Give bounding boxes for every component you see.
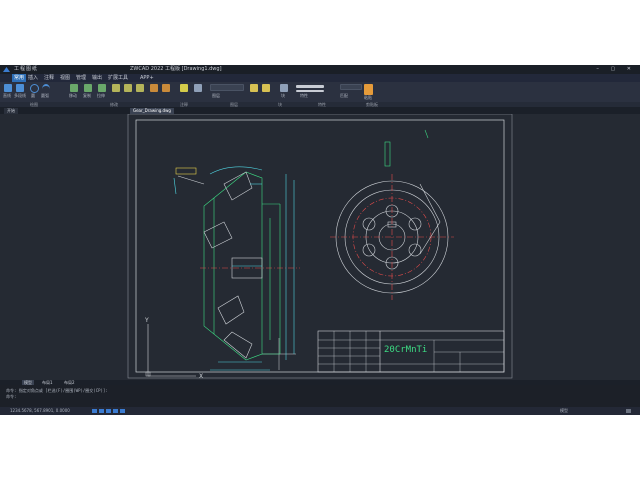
stretch-tool-icon[interactable] bbox=[98, 84, 106, 92]
tab-home[interactable]: 常用 bbox=[12, 74, 27, 82]
properties-label: 特性 bbox=[300, 93, 308, 98]
move-tool-icon[interactable] bbox=[70, 84, 78, 92]
gear-section-view bbox=[173, 166, 300, 371]
ribbon-panel: 直线 多段线 圆 圆弧 移动 复制 拉伸 图层 块 特性 匹配 粘贴 bbox=[0, 82, 640, 103]
linetype-dropdown[interactable] bbox=[296, 90, 324, 92]
circle-tool-label: 圆 bbox=[31, 93, 35, 98]
stretch-tool-label: 拉伸 bbox=[97, 93, 105, 98]
layer-dropdown[interactable] bbox=[210, 84, 244, 91]
paste-icon[interactable] bbox=[364, 84, 373, 95]
material-text: 20CrMnTi bbox=[384, 345, 427, 355]
ucs-y-label: Y bbox=[144, 317, 149, 324]
command-prompt[interactable]: 命令: bbox=[6, 394, 16, 400]
block-insert-icon[interactable] bbox=[280, 84, 288, 92]
app-logo-icon[interactable] bbox=[2, 66, 11, 73]
document-tab-bar: 开始 Gear_Drawing.dwg bbox=[0, 107, 640, 114]
fillet-tool-icon[interactable] bbox=[162, 84, 170, 92]
tab-extensions[interactable]: 扩展工具 bbox=[108, 74, 128, 82]
tab-view[interactable]: 视图 bbox=[60, 74, 70, 82]
tab-insert[interactable]: 插入 bbox=[28, 74, 38, 82]
mirror-tool-icon[interactable] bbox=[150, 84, 158, 92]
title-bar: 工程图纸 ZWCAD 2022 工程版 [Drawing1.dwg] – ▢ ✕ bbox=[0, 65, 640, 74]
quick-access-toolbar[interactable]: 工程图纸 bbox=[14, 65, 38, 74]
rotate-tool-icon[interactable] bbox=[112, 84, 120, 92]
circle-tool-icon[interactable] bbox=[30, 84, 39, 93]
dimension-tool-icon[interactable] bbox=[180, 84, 188, 92]
ortho-toggle-icon[interactable] bbox=[106, 409, 111, 413]
drawing-viewport[interactable]: 20CrMnTi Y X bbox=[0, 113, 640, 380]
ucs-x-label: X bbox=[199, 373, 203, 380]
polar-toggle-icon[interactable] bbox=[113, 409, 118, 413]
snap-toggle-icon[interactable] bbox=[92, 409, 97, 413]
tab-annotate[interactable]: 注释 bbox=[44, 74, 54, 82]
copy-tool-label: 复制 bbox=[83, 93, 91, 98]
title-block: 20CrMnTi bbox=[317, 330, 505, 373]
layer-freeze-icon[interactable] bbox=[262, 84, 270, 92]
paste-label: 粘贴 bbox=[364, 95, 372, 100]
match-label: 匹配 bbox=[340, 93, 348, 98]
ribbon-tab-bar: 常用 插入 注释 视图 管理 输出 扩展工具 APP+ bbox=[0, 74, 640, 82]
line-tool-label: 直线 bbox=[3, 93, 11, 98]
sheet-inner-border bbox=[135, 119, 505, 373]
settings-gear-icon[interactable] bbox=[626, 409, 631, 413]
grid-toggle-icon[interactable] bbox=[99, 409, 104, 413]
command-history-line: 命令: 指定对角点或 [栏选(F)/圈围(WP)/圈交(CP)]: bbox=[6, 388, 108, 393]
cad-window: 工程图纸 ZWCAD 2022 工程版 [Drawing1.dwg] – ▢ ✕… bbox=[0, 65, 640, 415]
drawing-canvas[interactable]: 20CrMnTi Y X bbox=[0, 113, 640, 380]
copy-tool-icon[interactable] bbox=[84, 84, 92, 92]
gear-front-view bbox=[330, 129, 454, 300]
osnap-toggle-icon[interactable] bbox=[120, 409, 125, 413]
sheet-outer-border bbox=[127, 113, 513, 379]
polyline-tool-label: 多段线 bbox=[14, 93, 26, 98]
tab-output[interactable]: 输出 bbox=[92, 74, 102, 82]
block-label: 块 bbox=[281, 93, 285, 98]
scale-tool-icon[interactable] bbox=[124, 84, 132, 92]
layer-state-icon[interactable] bbox=[250, 84, 258, 92]
window-controls[interactable]: – ▢ ✕ bbox=[596, 65, 636, 74]
color-dropdown[interactable] bbox=[296, 85, 324, 88]
ucs-icon: Y X bbox=[144, 317, 203, 380]
arc-tool-label: 圆弧 bbox=[41, 93, 49, 98]
tab-manage[interactable]: 管理 bbox=[76, 74, 86, 82]
polyline-tool-icon[interactable] bbox=[16, 84, 24, 92]
status-bar: 1234.5678, 567.8901, 0.0000 模型 bbox=[0, 407, 640, 415]
move-tool-label: 移动 bbox=[69, 93, 77, 98]
trim-tool-icon[interactable] bbox=[136, 84, 144, 92]
window-title: ZWCAD 2022 工程版 [Drawing1.dwg] bbox=[130, 66, 222, 72]
command-line[interactable]: 命令: 指定对角点或 [栏选(F)/圈围(WP)/圈交(CP)]: 命令: bbox=[0, 385, 640, 407]
lineweight-dropdown[interactable] bbox=[340, 84, 362, 90]
text-tool-icon[interactable] bbox=[194, 84, 202, 92]
tab-app[interactable]: APP+ bbox=[140, 74, 154, 82]
space-mode[interactable]: 模型 bbox=[560, 407, 568, 415]
line-tool-icon[interactable] bbox=[4, 84, 12, 92]
coordinate-readout: 1234.5678, 567.8901, 0.0000 bbox=[10, 408, 70, 413]
layer-label: 图层 bbox=[212, 93, 220, 98]
